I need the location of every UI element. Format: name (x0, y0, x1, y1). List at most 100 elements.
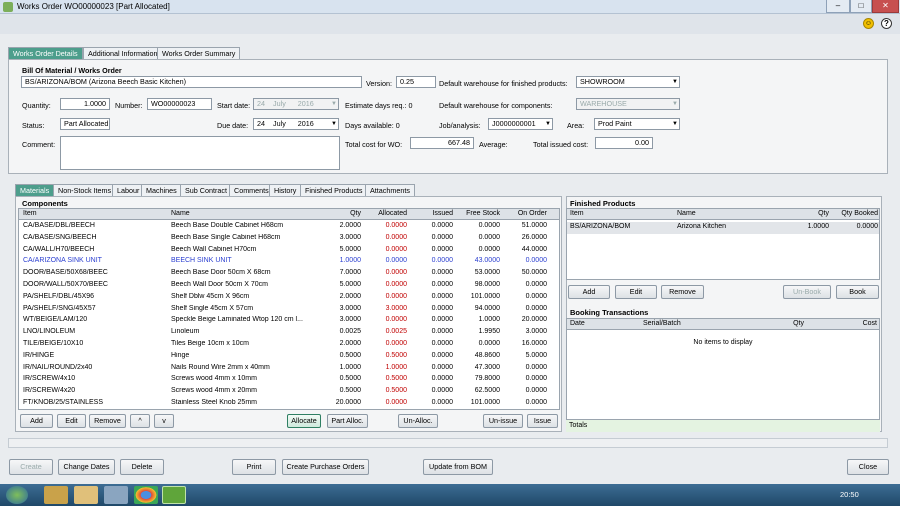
cell-name: Shelf Single 45cm X 57cm (171, 304, 254, 312)
bt-col-date[interactable]: Date (570, 320, 585, 327)
tab-machines[interactable]: Machines (141, 184, 182, 196)
app-icon[interactable] (104, 486, 128, 504)
version-field[interactable]: 0.25 (396, 76, 436, 88)
start-button-icon[interactable] (6, 486, 28, 504)
table-row[interactable]: IR/SCREW/4x10 Screws wood 4mm x 10mm 0.500… (19, 374, 549, 386)
minimize-button[interactable]: – (826, 0, 850, 13)
comment-field[interactable] (60, 136, 340, 170)
table-row[interactable]: CA/ARIZONA SINK UNIT BEECH SINK UNIT 1.000… (19, 256, 549, 268)
maximize-button[interactable]: □ (850, 0, 872, 13)
fp-col-qty[interactable]: Qty (787, 210, 829, 217)
fp-col-name[interactable]: Name (677, 210, 696, 217)
col-on-order[interactable]: On Order (502, 210, 547, 217)
table-row[interactable]: DOOR/WALL/50X70/BEEC Beech Wall Door 50cm… (19, 280, 549, 292)
remove-component-button[interactable]: Remove (89, 414, 126, 428)
tab-non-stock-items[interactable]: Non-Stock Items (53, 184, 117, 196)
table-row[interactable]: IR/NAIL/ROUND/2x40 Nails Round Wire 2mm x… (19, 363, 549, 375)
allocate-button[interactable]: Allocate (287, 414, 321, 428)
cell-issued: 0.0000 (431, 222, 453, 229)
cell-qty: 2.0000 (339, 222, 361, 229)
create-button[interactable]: Create (9, 459, 53, 475)
folder-icon[interactable] (74, 486, 98, 504)
quantity-field[interactable]: 1.0000 (60, 98, 110, 110)
col-item[interactable]: Item (23, 210, 37, 217)
table-row[interactable]: CA/BASE/DBL/BEECH Beech Base Double Cabin… (19, 221, 549, 233)
table-row[interactable]: DOOR/BASE/50X68/BEEC Beech Base Door 50cm… (19, 268, 549, 280)
table-row[interactable]: PA/SHELF/DBL/45X96 Shelf Dblw 45cm X 96cm… (19, 292, 549, 304)
table-row[interactable]: CA/BASE/SNG/BEECH Beech Base Single Cabin… (19, 233, 549, 245)
bom-field[interactable]: BS/ARIZONA/BOM (Arizona Beech Basic Kitc… (21, 76, 362, 88)
bt-col-serial[interactable]: Serial/Batch (643, 320, 681, 327)
tab-materials[interactable]: Materials (15, 184, 55, 196)
cell-issued: 0.0000 (431, 375, 453, 383)
col-name[interactable]: Name (171, 210, 190, 217)
delete-button[interactable]: Delete (120, 459, 164, 475)
start-date-field[interactable]: 24 July 2016 ▼ (253, 98, 339, 110)
table-row[interactable]: PA/SHELF/SNG/45X57 Shelf Single 45cm X 57… (19, 304, 549, 316)
smiley-icon[interactable]: ☺ (863, 18, 874, 29)
tab-history[interactable]: History (269, 184, 302, 196)
table-row[interactable]: CA/WALL/H70/BEECH Beech Wall Cabinet H70c… (19, 245, 549, 257)
close-button[interactable]: Close (847, 459, 889, 475)
add-fp-button[interactable]: Add (568, 285, 610, 299)
estimate-days-label: Estimate days req.: 0 (345, 101, 413, 110)
col-issued[interactable]: Issued (409, 210, 453, 217)
issue-button[interactable]: Issue (527, 414, 558, 428)
print-button[interactable]: Print (232, 459, 276, 475)
col-allocated[interactable]: Allocated (363, 210, 407, 217)
tab-additional-information[interactable]: Additional Information (83, 47, 163, 59)
col-qty[interactable]: Qty (319, 210, 361, 217)
cell-qty: 1.0000 (339, 363, 361, 371)
un-book-button[interactable]: Un-Book (783, 285, 831, 299)
tab-works-order-summary[interactable]: Works Order Summary (157, 47, 241, 59)
due-date-field[interactable]: 24 July 2016 ▼ (253, 118, 339, 130)
cell-allocated: 0.0000 (385, 316, 407, 324)
fp-col-qty-booked[interactable]: Qty Booked (831, 210, 878, 217)
tab-finished-products[interactable]: Finished Products (300, 184, 368, 196)
fp-col-item[interactable]: Item (570, 210, 584, 217)
book-button[interactable]: Book (836, 285, 879, 299)
explorer-icon[interactable] (44, 486, 68, 504)
change-dates-button[interactable]: Change Dates (58, 459, 115, 475)
edit-component-button[interactable]: Edit (57, 414, 86, 428)
part-alloc-button[interactable]: Part Alloc. (327, 414, 368, 428)
move-down-button[interactable]: v (154, 414, 174, 428)
table-row[interactable]: IR/SCREW/4x20 Screws wood 4mm x 20mm 0.500… (19, 386, 549, 398)
help-icon[interactable]: ? (881, 18, 892, 29)
number-field[interactable]: WO00000023 (147, 98, 212, 110)
update-from-bom-button[interactable]: Update from BOM (423, 459, 493, 475)
un-issue-button[interactable]: Un-issue (483, 414, 523, 428)
table-row[interactable]: WT/BEIGE/LAM/120 Speckle Beige Laminated … (19, 315, 549, 327)
col-free-stock[interactable]: Free Stock (455, 210, 500, 217)
edit-fp-button[interactable]: Edit (615, 285, 657, 299)
table-row[interactable]: FT/KNOB/25/STAINLESS Stainless Steel Knob… (19, 398, 549, 409)
tab-works-order-details[interactable]: Works Order Details (8, 47, 83, 59)
chrome-icon[interactable] (134, 486, 158, 504)
tab-attachments[interactable]: Attachments (365, 184, 415, 196)
tab-sub-contract[interactable]: Sub Contract (180, 184, 232, 196)
move-up-button[interactable]: ^ (130, 414, 150, 428)
job-analysis-select[interactable]: J0000000001 ▼ (488, 118, 553, 130)
remove-fp-button[interactable]: Remove (661, 285, 704, 299)
fp-qty-booked: 0.0000 (856, 223, 878, 230)
table-row[interactable]: TILE/BEIGE/10X10 Tiles Beige 10cm x 10cm 2… (19, 339, 549, 351)
table-row[interactable]: IR/HINGE Hinge 0.5000 0.5000 0.0000 48.8600 5.… (19, 351, 549, 363)
cell-item: IR/SCREW/4x10 (23, 375, 76, 383)
close-window-button[interactable]: ✕ (872, 0, 899, 13)
calendar-dropdown-icon: ▼ (331, 101, 337, 107)
create-purchase-orders-button[interactable]: Create Purchase Orders (282, 459, 369, 475)
cell-issued: 0.0000 (431, 387, 453, 395)
horizontal-scrollbar[interactable] (8, 438, 888, 448)
tab-labour[interactable]: Labour (112, 184, 145, 196)
tab-comments[interactable]: Comments (229, 184, 274, 196)
bt-col-qty[interactable]: Qty (767, 320, 804, 327)
default-wh-fin-select[interactable]: SHOWROOM ▼ (576, 76, 680, 88)
add-component-button[interactable]: Add (20, 414, 53, 428)
table-row[interactable]: LNO/LINOLEUM Linoleum 0.0025 0.0025 0.0000 1.… (19, 327, 549, 339)
fp-row[interactable]: BS/ARIZONA/BOM Arizona Kitchen 1.0000 0.… (567, 222, 879, 234)
default-wh-comp-select[interactable]: WAREHOUSE ▼ (576, 98, 680, 110)
area-select[interactable]: Prod Paint ▼ (594, 118, 680, 130)
sage-app-icon[interactable] (162, 486, 186, 504)
un-alloc-button[interactable]: Un-Alloc. (398, 414, 438, 428)
bt-col-cost[interactable]: Cost (829, 320, 877, 327)
